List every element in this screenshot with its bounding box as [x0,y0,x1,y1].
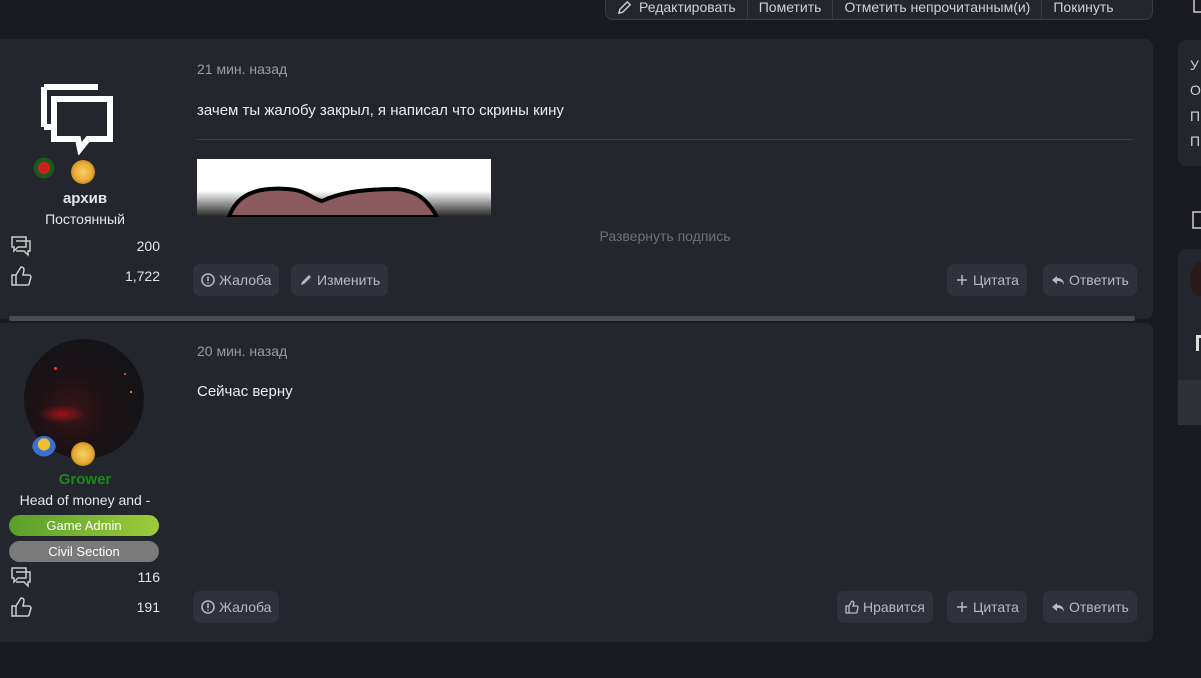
quote-label: Цитата [973,599,1019,615]
post-time[interactable]: 21 мин. назад [197,61,287,77]
post-card: архив Постоянный 200 1,722 21 мин. назад… [0,39,1153,319]
messages-stat: 116 [10,566,160,588]
pencil-icon [617,0,632,14]
avatar-spark [54,367,57,370]
messages-icon [11,567,31,588]
mark-unread-label: Отметить непрочитанным(и) [844,0,1031,15]
medal-badge-icon [32,436,56,460]
edit-post-label: Изменить [317,272,381,288]
post-card: Grower Head of money and - Game Admin Ci… [0,323,1153,642]
author-name[interactable]: архив [0,190,170,207]
signature-image-shape [226,186,440,217]
reply-arrow-icon [1052,276,1064,285]
author-title: Head of money and - [19,492,151,508]
coin-badge-icon [71,442,95,466]
sidebar-letter-4: П [1190,133,1201,149]
author-name[interactable]: Grower [0,471,170,488]
messages-count: 200 [136,238,160,254]
edit-thread-label: Редактировать [639,0,736,15]
mark-thread-label: Пометить [758,0,822,15]
sidebar-footer-fragment [1178,380,1201,425]
mark-unread-button[interactable]: Отметить непрочитанным(и) [833,0,1043,19]
report-button[interactable]: Жалоба [193,264,280,296]
quote-label: Цитата [973,272,1019,288]
like-button[interactable]: Нравится [837,591,933,623]
reply-label: Ответить [1069,599,1129,615]
avatar-spark [130,391,132,393]
sidebar-top-icon [1193,0,1201,13]
reactions-stat: 191 [10,596,160,618]
expand-signature-link[interactable]: Развернуть подпись [197,228,1133,244]
edit-post-button[interactable]: Изменить [291,264,389,296]
sidebar-mark-fragment [1196,335,1201,351]
thread-toolbar: Редактировать Пометить Отметить непрочит… [605,0,1153,20]
messages-stat: 200 [10,235,160,257]
quote-button[interactable]: Цитата [947,591,1027,623]
default-avatar-chat-icon [41,84,113,155]
alert-circle-icon [201,273,215,287]
group-badge-game-admin: Game Admin [9,515,159,536]
reactions-count: 1,722 [124,268,160,284]
sidebar-section-icon [1192,211,1201,229]
signature-image [197,159,491,217]
author-title: Постоянный [45,211,125,227]
report-label: Жалоба [219,272,272,288]
sidebar-top-icon-area [1178,0,1201,22]
report-button[interactable]: Жалоба [193,591,280,623]
reply-arrow-icon [1052,603,1064,612]
sidebar-letter-2: О [1190,82,1201,98]
mark-thread-button[interactable]: Пометить [748,0,834,19]
post-message: Сейчас верну [197,383,293,400]
leave-thread-button[interactable]: Покинуть [1042,0,1124,19]
like-label: Нравится [863,599,925,615]
reactions-count: 191 [136,599,160,615]
reply-button[interactable]: Ответить [1043,264,1137,296]
messages-icon [11,236,31,257]
avatar-glow [38,405,86,423]
post-separator [9,316,1135,321]
quote-button[interactable]: Цитата [947,264,1027,296]
alert-circle-icon [201,600,215,614]
group-badge-civil-section: Civil Section [9,541,159,562]
signature-divider [197,139,1133,140]
thumbs-up-icon [11,266,32,286]
reply-label: Ответить [1069,272,1129,288]
pencil-icon [301,275,311,285]
plus-icon [957,275,967,285]
rose-badge-icon [32,156,56,180]
sidebar-letter-1: У [1190,57,1199,73]
avatar-spark [124,373,126,375]
reactions-stat: 1,722 [10,265,160,287]
report-label: Жалоба [219,599,272,615]
coin-badge-icon [71,160,95,184]
messages-count: 116 [137,569,160,585]
post-message: зачем ты жалобу закрыл, я написал что ск… [197,102,564,119]
plus-icon [957,602,967,612]
sidebar-letter-3: П [1190,108,1201,124]
thumbs-up-icon [845,600,859,614]
edit-thread-button[interactable]: Редактировать [606,0,748,19]
reply-button[interactable]: Ответить [1043,591,1137,623]
leave-thread-label: Покинуть [1053,0,1114,15]
thumbs-up-icon [11,597,32,617]
post-time[interactable]: 20 мин. назад [197,343,287,359]
